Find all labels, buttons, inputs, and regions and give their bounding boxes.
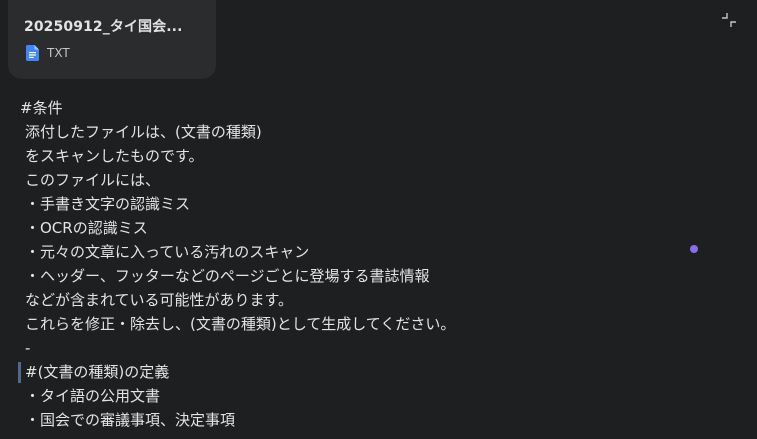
prompt-line-heading: #(文書の種類)の定義 bbox=[18, 360, 700, 384]
text-caret bbox=[18, 362, 21, 383]
prompt-text: #条件 添付したファイルは、(文書の種類) をスキャンしたものです。 このファイ… bbox=[18, 96, 700, 432]
prompt-line: をスキャンしたものです。 bbox=[25, 147, 204, 165]
collapse-icon[interactable] bbox=[720, 11, 738, 29]
prompt-line: - bbox=[25, 339, 31, 357]
google-docs-icon bbox=[26, 45, 39, 61]
prompt-line-text: #(文書の種類)の定義 bbox=[25, 363, 170, 381]
prompt-line: ・国会での審議事項、決定事項 bbox=[25, 411, 236, 429]
prompt-line: などが含まれている可能性があります。 bbox=[25, 291, 294, 309]
prompt-line: #条件 bbox=[20, 99, 63, 117]
attachment-type-row: TXT bbox=[26, 45, 70, 61]
prompt-line: ・元々の文章に入っている汚れのスキャン bbox=[25, 243, 310, 261]
status-dot bbox=[690, 245, 698, 253]
prompt-line: これらを修正・除去し、(文書の種類)として生成してください。 bbox=[25, 315, 456, 333]
attachment-card[interactable]: 20250912_タイ国会... TXT bbox=[8, 0, 216, 79]
prompt-line: このファイルには、 bbox=[25, 171, 161, 189]
attachment-file-type: TXT bbox=[47, 46, 70, 60]
prompt-line: ・手書き文字の認識ミス bbox=[25, 195, 191, 213]
prompt-line: ・タイ語の公用文書 bbox=[25, 387, 161, 405]
prompt-line: ・OCRの認識ミス bbox=[25, 219, 148, 237]
prompt-line: 添付したファイルは、(文書の種類) bbox=[25, 123, 262, 141]
prompt-line: ・ヘッダー、フッターなどのページごとに登場する書誌情報 bbox=[25, 267, 430, 285]
attachment-file-name: 20250912_タイ国会... bbox=[24, 19, 183, 35]
